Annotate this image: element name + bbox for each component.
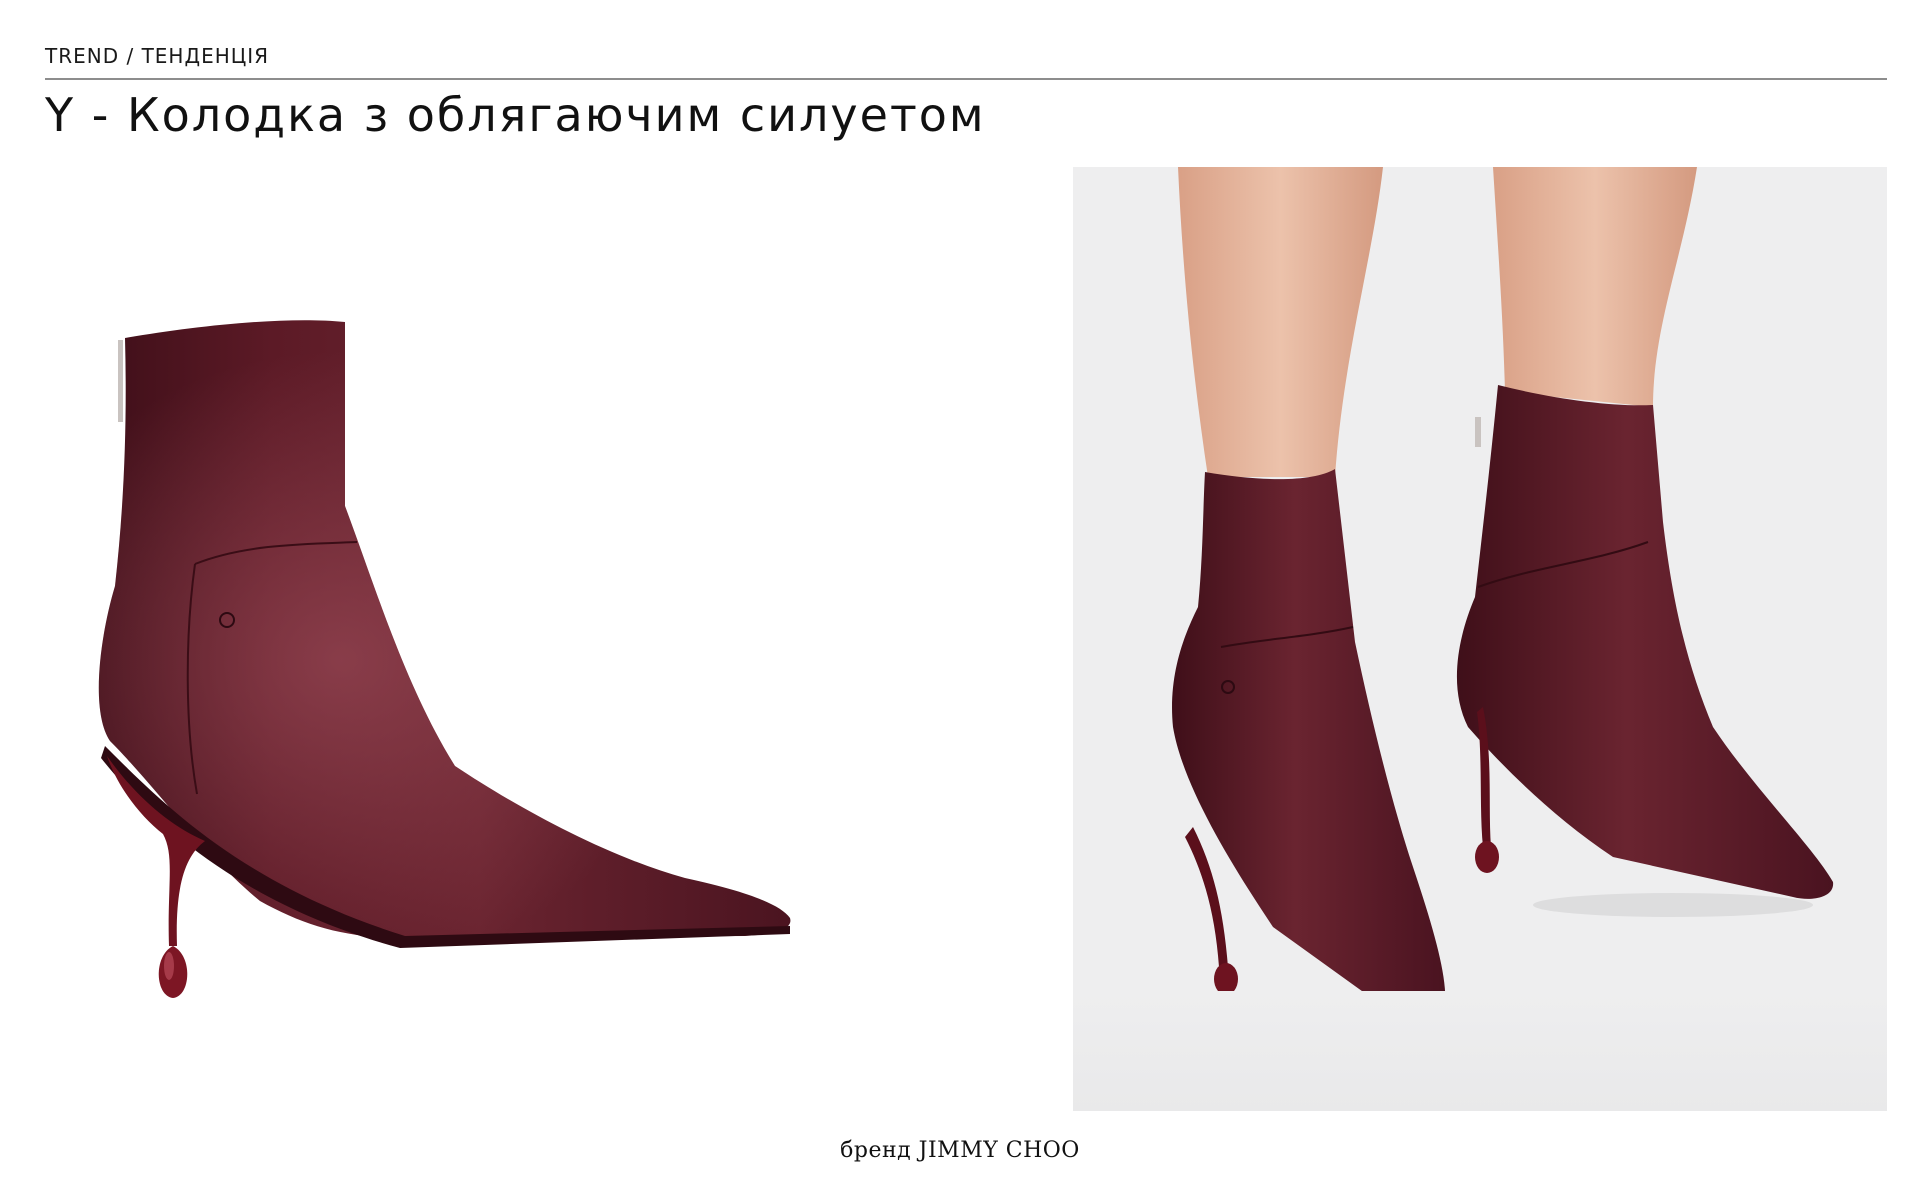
front-boot [1172,469,1446,1023]
left-leg [1178,167,1383,477]
boots-on-model-illustration [1172,167,1834,1041]
section-label: TREND / ТЕНДЕНЦІЯ [45,44,270,68]
boot-side-illustration [98,320,791,998]
right-leg [1493,167,1697,407]
brand-caption: бренд JIMMY CHOO [840,1138,1080,1163]
rear-boot [1456,385,1834,899]
product-image-side-view [45,166,1045,1110]
lifestyle-image-model [1073,167,1887,1111]
header-divider [45,78,1887,80]
page-title: Y - Колодка з облягаючим силуетом [45,88,986,142]
